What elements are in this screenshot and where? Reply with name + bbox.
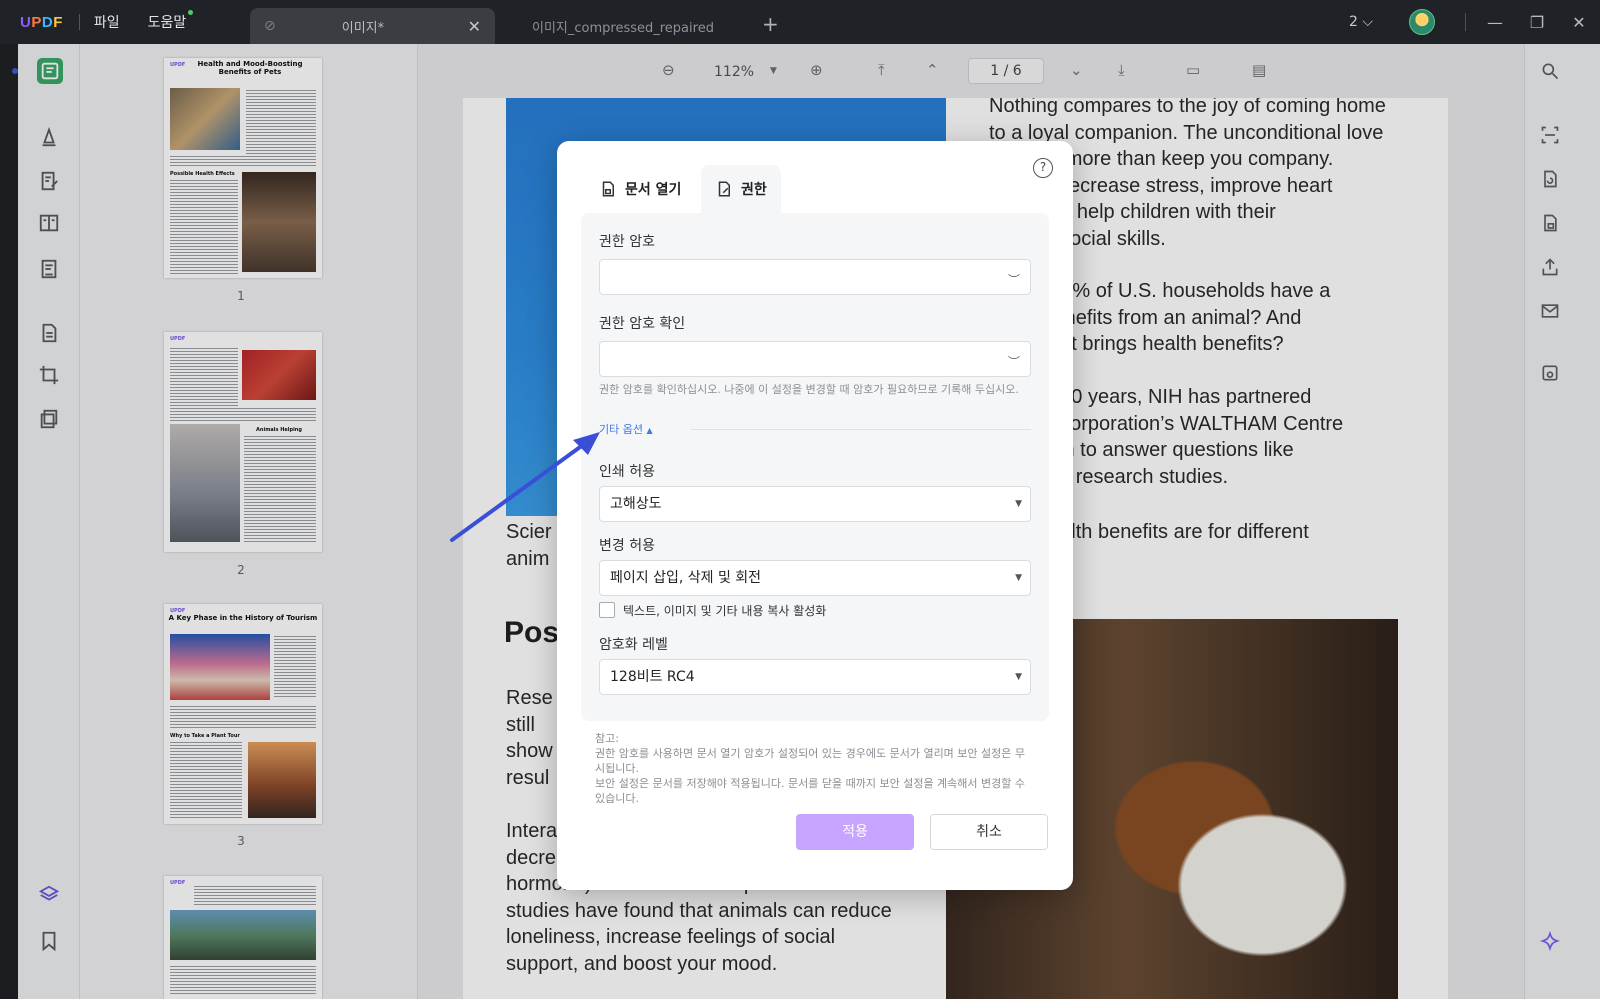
tab-permissions[interactable]: 권한 bbox=[701, 165, 781, 213]
hide-password-icon[interactable]: ︶ bbox=[1008, 353, 1020, 370]
apply-button[interactable]: 적용 bbox=[796, 814, 914, 850]
window-controls: 2 ⌵ — ❐ ✕ bbox=[1349, 0, 1600, 44]
menu-help-label: 도움말 bbox=[147, 15, 187, 31]
tab-document-active[interactable]: ⊘ 이미지* ✕ bbox=[250, 8, 495, 44]
password-hint: 권한 암호를 확인하십시오. 나중에 이 설정을 변경할 때 암호가 필요하므로… bbox=[599, 383, 1019, 396]
title-bar: UPDF 파일 도움말 ⊘ 이미지* ✕ 이미지_compressed_repa… bbox=[0, 0, 1600, 44]
menu-file[interactable]: 파일 bbox=[94, 12, 120, 32]
more-options-label: 기타 옵션 bbox=[599, 423, 643, 436]
help-icon[interactable]: ? bbox=[1033, 158, 1053, 178]
updf-logo[interactable]: UPDF bbox=[20, 14, 63, 31]
tab-label: 문서 열기 bbox=[625, 182, 682, 198]
title-separator bbox=[78, 14, 80, 30]
close-tab-icon[interactable]: ✕ bbox=[468, 17, 481, 36]
dropdown-caret-icon: ▼ bbox=[1015, 499, 1022, 509]
menu-help[interactable]: 도움말 bbox=[147, 10, 194, 32]
notification-dot bbox=[188, 10, 194, 15]
permissions-panel: 권한 암호 ︶ 권한 암호 확인 ︶ 권한 암호를 확인하십시오. 나중에 이 … bbox=[581, 213, 1049, 721]
copy-enable-label: 텍스트, 이미지 및 기타 내용 복사 활성화 bbox=[623, 604, 827, 618]
select-value: 고해상도 bbox=[610, 496, 662, 512]
avatar[interactable] bbox=[1409, 9, 1435, 35]
hide-password-icon[interactable]: ︶ bbox=[1008, 271, 1020, 288]
note-text-1: 권한 암호를 사용하면 문서 열기 암호가 설정되어 있는 경우에도 문서가 열… bbox=[595, 747, 1026, 775]
note-title: 참고: bbox=[595, 732, 619, 745]
encryption-level-label: 암호화 레벨 bbox=[599, 637, 668, 653]
note-text-2: 보안 설정은 문서를 저장해야 적용됩니다. 문서를 닫을 때까지 보안 설정을… bbox=[595, 777, 1026, 805]
tab-open-password[interactable]: 문서 열기 bbox=[585, 165, 695, 213]
edit-off-icon: ⊘ bbox=[264, 18, 276, 34]
encryption-level-select[interactable]: 128비트 RC4 ▼ bbox=[599, 659, 1031, 695]
tab-label: 권한 bbox=[741, 182, 767, 198]
permission-password-input[interactable]: ︶ bbox=[599, 259, 1031, 295]
tab-document-inactive[interactable]: 이미지_compressed_repaired bbox=[500, 8, 740, 44]
restore-icon[interactable]: ❐ bbox=[1516, 13, 1558, 32]
change-allow-label: 변경 허용 bbox=[599, 538, 655, 554]
separator bbox=[1465, 13, 1466, 31]
divider bbox=[691, 429, 1031, 430]
window-count-dropdown[interactable]: 2 ⌵ bbox=[1349, 14, 1373, 30]
cancel-button[interactable]: 취소 bbox=[930, 814, 1048, 850]
tab-title: 이미지* bbox=[341, 20, 385, 36]
permission-password-label: 권한 암호 bbox=[599, 234, 655, 250]
note-section: 참고: 권한 암호를 사용하면 문서 열기 암호가 설정되어 있는 경우에도 문… bbox=[595, 731, 1033, 806]
new-tab-icon[interactable]: + bbox=[762, 12, 779, 36]
select-value: 페이지 삽입, 삭제 및 회전 bbox=[610, 570, 762, 586]
more-options-toggle[interactable]: 기타 옵션 ▲ bbox=[599, 421, 653, 437]
confirm-password-input[interactable]: ︶ bbox=[599, 341, 1031, 377]
select-value: 128비트 RC4 bbox=[610, 669, 695, 685]
dropdown-caret-icon: ▼ bbox=[1015, 573, 1022, 583]
copy-enable-checkbox[interactable] bbox=[599, 602, 615, 618]
security-dialog: ? 문서 열기 권한 권한 암호 ︶ 권한 암호 확인 ︶ 권한 암호를 확인하… bbox=[557, 141, 1073, 890]
document-edit-icon bbox=[718, 181, 730, 197]
close-window-icon[interactable]: ✕ bbox=[1558, 13, 1600, 32]
dropdown-caret-icon: ▼ bbox=[1015, 672, 1022, 682]
print-allow-label: 인쇄 허용 bbox=[599, 464, 655, 480]
document-lock-icon bbox=[602, 181, 614, 197]
caret-up-icon: ▲ bbox=[646, 426, 653, 435]
minimize-icon[interactable]: — bbox=[1474, 13, 1516, 32]
tab-title: 이미지_compressed_repaired bbox=[532, 20, 714, 36]
change-allow-select[interactable]: 페이지 삽입, 삭제 및 회전 ▼ bbox=[599, 560, 1031, 596]
confirm-password-label: 권한 암호 확인 bbox=[599, 316, 686, 332]
print-allow-select[interactable]: 고해상도 ▼ bbox=[599, 486, 1031, 522]
